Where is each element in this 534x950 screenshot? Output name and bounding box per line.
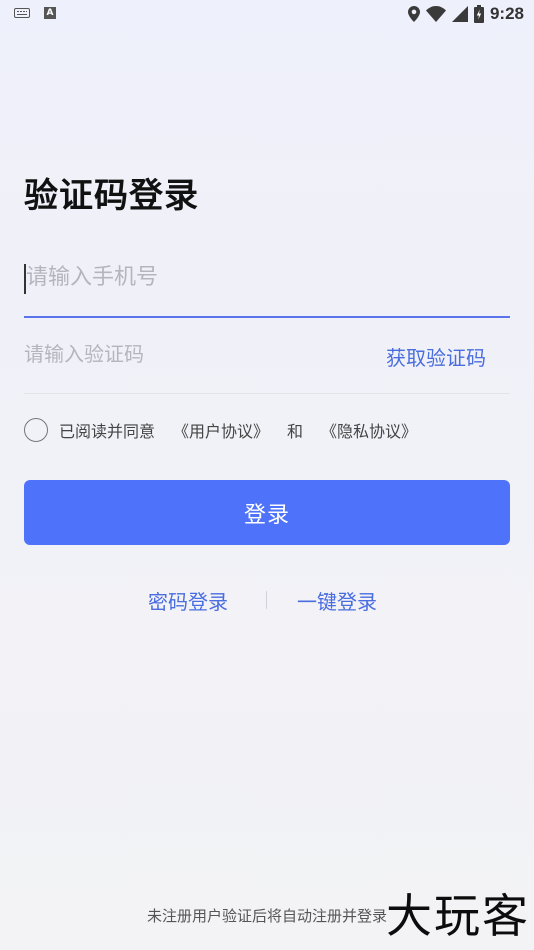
page-title: 验证码登录 bbox=[24, 176, 199, 216]
watermark-logo: 大玩客 bbox=[386, 889, 530, 943]
keyboard-icon bbox=[14, 8, 30, 18]
battery-icon bbox=[473, 5, 484, 23]
login-button[interactable]: 登录 bbox=[24, 480, 510, 545]
status-time: 9:28 bbox=[489, 4, 524, 23]
font-icon: A bbox=[44, 7, 56, 19]
location-icon bbox=[407, 6, 420, 22]
agreement-row: 已阅读并同意 《用户协议》 和 《隐私协议》 bbox=[24, 418, 417, 442]
code-field[interactable]: 获取验证码 bbox=[24, 322, 510, 394]
status-bar: A 9:28 bbox=[0, 0, 534, 28]
phone-field[interactable] bbox=[24, 250, 510, 318]
alt-login-row: 密码登录 一键登录 bbox=[0, 586, 534, 616]
alt-login-divider bbox=[266, 591, 267, 609]
phone-input[interactable] bbox=[24, 250, 510, 316]
status-bar-right: 9:28 bbox=[407, 4, 524, 24]
agreement-and: 和 bbox=[287, 422, 304, 441]
agreement-prefix: 已阅读并同意 bbox=[59, 422, 156, 441]
user-agreement-link[interactable]: 《用户协议》 bbox=[173, 418, 269, 442]
one-click-login-link[interactable]: 一键登录 bbox=[297, 586, 377, 615]
signal-icon bbox=[451, 6, 468, 22]
wifi-icon bbox=[425, 6, 446, 22]
agreement-radio[interactable] bbox=[24, 418, 48, 442]
code-input[interactable] bbox=[24, 322, 364, 393]
password-login-link[interactable]: 密码登录 bbox=[148, 586, 228, 615]
privacy-policy-link[interactable]: 《隐私协议》 bbox=[321, 418, 417, 442]
get-code-button[interactable]: 获取验证码 bbox=[386, 342, 486, 371]
status-bar-left: A bbox=[14, 7, 56, 19]
